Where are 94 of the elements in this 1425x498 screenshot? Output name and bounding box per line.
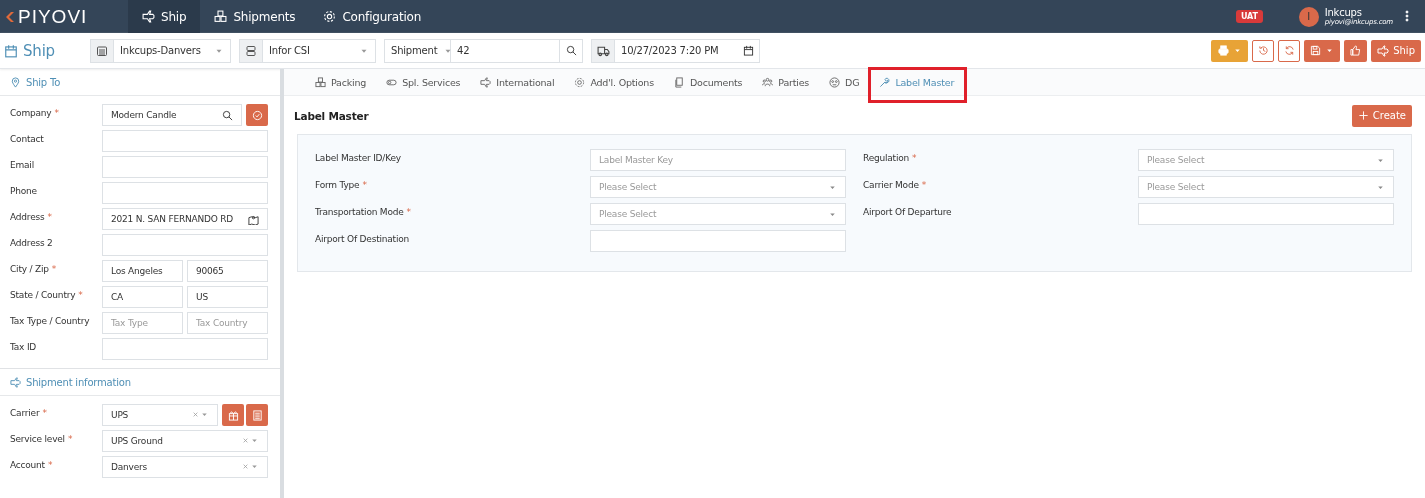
server-icon (245, 44, 257, 57)
nav-tab[interactable]: Shipments (200, 0, 310, 33)
field-label: Address * (10, 211, 53, 224)
search-icon (222, 109, 233, 121)
gift-icon (227, 409, 239, 421)
validate-button[interactable] (246, 104, 268, 126)
tab[interactable]: Packing (306, 69, 376, 95)
field-label: Contact (10, 133, 45, 146)
refresh-icon (1283, 45, 1295, 56)
tab[interactable]: Label Master (870, 69, 964, 95)
text-field[interactable] (102, 338, 268, 360)
field-label: State / Country * (10, 289, 84, 302)
company-field[interactable]: Modern Candle (102, 104, 242, 126)
field-label: Address 2 (10, 237, 54, 250)
section-title: Shipment information (0, 368, 280, 396)
caret-icon (1325, 46, 1335, 55)
field-label: Account * (10, 459, 54, 472)
copy-icon (673, 76, 685, 88)
tab[interactable]: Add'l. Options (565, 69, 663, 95)
boxes-icon (315, 76, 326, 88)
field-label: Company * (10, 107, 60, 120)
list-button[interactable] (246, 404, 268, 426)
list-icon (251, 409, 263, 421)
text-field[interactable]: Los Angeles (102, 260, 183, 282)
text-field[interactable] (102, 130, 268, 152)
check-circle-icon (251, 109, 263, 121)
field-label: Tax ID (10, 341, 38, 354)
text-field[interactable] (1138, 203, 1394, 225)
panel-title: Label Master (294, 109, 369, 122)
history-icon (1257, 45, 1269, 56)
people-icon (762, 76, 774, 88)
section-title: Ship To (0, 69, 280, 96)
save-button[interactable] (1304, 39, 1341, 62)
erp-select[interactable]: Infor CSI (239, 38, 376, 63)
calendar-icon (4, 43, 18, 58)
pin-icon (10, 76, 21, 88)
text-field[interactable] (102, 234, 268, 256)
nav-tab[interactable]: Ship (128, 0, 201, 33)
tab[interactable]: Spl. Services (377, 69, 470, 95)
address-field[interactable]: 2021 N. SAN FERNANDO RD (102, 208, 268, 230)
field-label: Airport Of Destination (315, 233, 411, 246)
tab[interactable]: DG (820, 69, 869, 95)
building-icon (96, 44, 108, 57)
plane-icon (142, 10, 155, 23)
settings-icon (574, 76, 586, 88)
boxes-icon (214, 10, 228, 23)
text-field[interactable]: CA (102, 286, 183, 308)
field-label: Label Master ID/Key (315, 152, 402, 165)
field-label: Carrier Mode * (863, 179, 928, 192)
field-label: Phone (10, 185, 38, 198)
caret-icon (1232, 46, 1242, 55)
field-label: Service level * (10, 433, 74, 446)
field-label: Airport Of Departure (863, 206, 953, 219)
text-field[interactable]: US (187, 286, 268, 308)
plane-icon (1377, 44, 1390, 57)
user-avatar[interactable]: I (1298, 6, 1319, 27)
plane-icon (10, 376, 21, 388)
save-icon (1310, 45, 1322, 56)
logo: PIYOVI (0, 5, 128, 28)
field-label: Transportation Mode * (315, 206, 412, 219)
gift-button[interactable] (222, 404, 244, 426)
text-field[interactable] (590, 230, 846, 252)
environment-badge: UAT (1236, 10, 1263, 23)
field-label: City / Zip * (10, 263, 58, 276)
plus-icon (1357, 110, 1369, 121)
field-label: Email (10, 159, 35, 172)
dropdown-field[interactable]: Danvers (102, 456, 268, 478)
tab[interactable]: Parties (753, 69, 819, 95)
map-icon (248, 213, 259, 225)
location-select[interactable]: Inkcups-Danvers (90, 38, 231, 63)
thumbs-up-icon (1350, 45, 1362, 56)
field-label: Form Type * (315, 179, 368, 192)
refresh-button[interactable] (1278, 39, 1301, 62)
approve-button[interactable] (1344, 39, 1368, 62)
plane-icon (480, 76, 492, 88)
user-name: Inkcups (1324, 7, 1362, 18)
text-field[interactable] (102, 182, 268, 204)
page-title: Ship (4, 41, 82, 60)
text-field[interactable]: 90065 (187, 260, 268, 282)
printer-icon (1217, 45, 1229, 56)
print-button[interactable] (1211, 39, 1249, 62)
nav-tab[interactable]: Configuration (309, 0, 436, 33)
logo-chevron-icon (4, 10, 16, 23)
text-field[interactable] (102, 156, 268, 178)
tab[interactable]: International (471, 69, 564, 95)
field-label: Regulation * (863, 152, 918, 165)
field-label: Carrier * (10, 407, 48, 420)
carrier-select[interactable]: UPS (102, 404, 218, 426)
field-label: Tax Type / Country (10, 315, 90, 328)
tab[interactable]: Documents (664, 69, 752, 95)
history-button[interactable] (1252, 39, 1275, 62)
settings-icon (323, 10, 337, 23)
dropdown-field[interactable]: UPS Ground (102, 430, 268, 452)
wrench-icon (879, 76, 891, 88)
